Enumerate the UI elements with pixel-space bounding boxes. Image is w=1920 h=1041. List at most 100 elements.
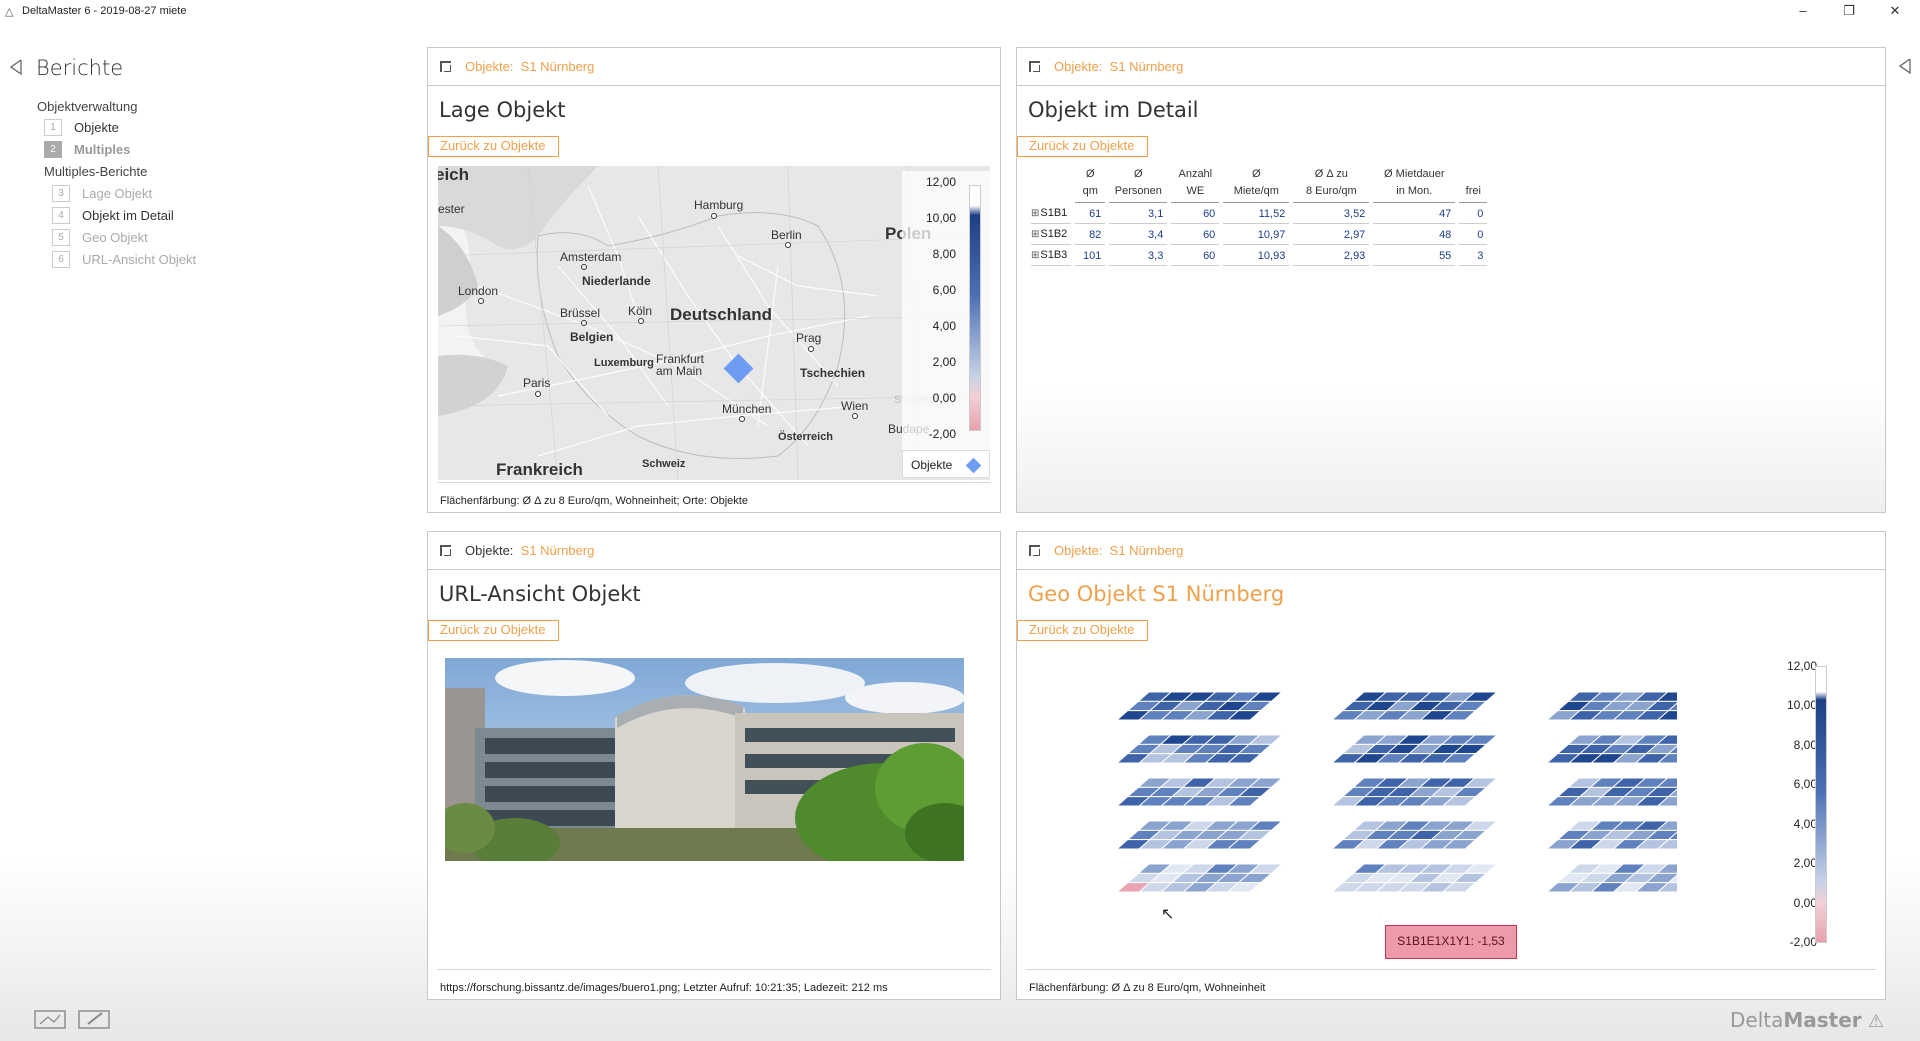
column-header[interactable]: frei (1459, 166, 1488, 203)
collapse-left-icon[interactable] (9, 59, 23, 75)
sidebar-item-label: Objekt im Detail (82, 207, 174, 223)
map-label-oesterreich: Österreich (778, 431, 834, 443)
back-to-objekte-button[interactable]: Zurück zu Objekte (428, 136, 559, 157)
back-to-objekte-button[interactable]: Zurück zu Objekte (1017, 136, 1148, 157)
panel-header-text: Objekte: S1 Nürnberg (465, 59, 595, 74)
item-number: 5 (52, 228, 70, 246)
scale-tick: 4,00 (1793, 817, 1817, 831)
city-dot (785, 242, 791, 248)
panel-geo-objekt: Objekte: S1 Nürnberg Geo Objekt S1 Nürnb… (1016, 531, 1886, 1000)
sidebar-item-objekte[interactable]: 1 Objekte (44, 118, 119, 136)
floor-plan[interactable] (1545, 820, 1677, 850)
color-gradient-bar (1815, 666, 1827, 943)
table-row[interactable]: S1B1 61 3,1 60 11,52 3,52 47 0 (1031, 203, 1488, 224)
sidebar-item-lage-objekt[interactable]: 3 Lage Objekt (52, 184, 152, 202)
collapse-right-icon[interactable] (1898, 58, 1912, 74)
scale-tick: 12,00 (1786, 659, 1817, 673)
color-scale-legend: 12,00 10,00 8,00 6,00 4,00 2,00 0,00 -2,… (902, 171, 990, 458)
map-label-reich: eich (438, 166, 470, 184)
map-label-ester: ester (438, 202, 465, 216)
sidebar-item-multiples[interactable]: 2 Multiples (44, 140, 130, 158)
edit-icon[interactable] (78, 1009, 111, 1029)
city-dot (535, 391, 541, 397)
scale-tick: -2,00 (1789, 935, 1817, 949)
expand-panel-icon[interactable] (1029, 61, 1040, 72)
map-view[interactable]: eich ester Hamburg Berlin Polen Amsterda… (438, 166, 990, 480)
expand-panel-icon[interactable] (440, 545, 451, 556)
table-cell: 3,52 (1293, 203, 1370, 224)
legend-label: Objekte (911, 458, 953, 472)
floor-plan[interactable] (1330, 863, 1499, 893)
expand-panel-icon[interactable] (1029, 545, 1040, 556)
map-label-prag: Prag (796, 331, 822, 345)
mouse-cursor-icon: ↖ (1161, 906, 1175, 923)
table-cell: 2,97 (1293, 224, 1370, 245)
sidebar-item-geo-objekt[interactable]: 5 Geo Objekt (52, 228, 148, 246)
row-header[interactable]: S1B3 (1031, 245, 1072, 266)
close-button[interactable]: ✕ (1875, 2, 1915, 22)
city-dot (711, 213, 717, 219)
table-row[interactable]: S1B3 101 3,3 60 10,93 2,93 55 3 (1031, 245, 1488, 266)
column-header[interactable]: Ø Δ zu 8 Euro/qm (1293, 166, 1370, 203)
column-header[interactable]: Ø Miete/qm (1223, 166, 1290, 203)
row-header[interactable]: S1B2 (1031, 224, 1072, 245)
panel-title: Geo Objekt S1 Nürnberg (1028, 582, 1285, 606)
back-to-objekte-button[interactable]: Zurück zu Objekte (1017, 620, 1148, 641)
floor-plan[interactable] (1117, 734, 1284, 764)
restore-button[interactable]: ❐ (1829, 2, 1869, 22)
table-cell: 82 (1075, 224, 1106, 245)
floor-plan-multiples[interactable] (1117, 692, 1677, 962)
table-cell: 3 (1459, 245, 1488, 266)
floor-plan[interactable] (1330, 820, 1499, 850)
scale-tick: -2,00 (928, 427, 956, 441)
panel-url-ansicht-objekt: Objekte: S1 Nürnberg URL-Ansicht Objekt … (427, 531, 1001, 1000)
presentation-icon[interactable] (34, 1009, 66, 1029)
table-cell: 61 (1075, 203, 1106, 224)
table-corner (1031, 166, 1071, 203)
map-label-deutschland: Deutschland (670, 305, 773, 324)
sidebar-item-label: Geo Objekt (82, 229, 148, 245)
map-label-koeln: Köln (628, 304, 653, 318)
table-cell: 60 (1171, 203, 1220, 224)
floor-plan[interactable] (1330, 734, 1499, 764)
item-number: 3 (52, 184, 70, 202)
table-cell: 55 (1373, 245, 1456, 266)
back-to-objekte-button[interactable]: Zurück zu Objekte (428, 620, 559, 641)
column-header[interactable]: Ø Mietdauer in Mon. (1373, 166, 1456, 203)
panel-footer: Flächenfärbung: Ø Δ zu 8 Euro/qm, Wohnei… (437, 482, 991, 512)
panel-footer: Flächenfärbung: Ø Δ zu 8 Euro/qm, Wohnei… (1026, 969, 1876, 999)
column-header[interactable]: Ø qm (1075, 166, 1106, 203)
scale-tick: 6,00 (932, 283, 956, 297)
floor-plan[interactable] (1545, 863, 1677, 893)
scale-tick: 2,00 (1793, 856, 1817, 870)
floor-plan[interactable] (1330, 692, 1498, 721)
color-gradient-bar (969, 185, 981, 431)
map-label-niederlande: Niederlande (582, 274, 651, 288)
scale-tick: 6,00 (1793, 777, 1817, 791)
expand-panel-icon[interactable] (440, 61, 451, 72)
column-header[interactable]: Anzahl WE (1171, 166, 1220, 203)
table-cell: 0 (1459, 224, 1488, 245)
floor-plan[interactable] (1117, 777, 1284, 807)
panel-title: Objekt im Detail (1028, 98, 1199, 122)
floor-plan[interactable] (1330, 777, 1499, 807)
floor-plan[interactable] (1545, 692, 1677, 721)
row-header[interactable]: S1B1 (1031, 203, 1072, 224)
table-row[interactable]: S1B2 82 3,4 60 10,97 2,97 48 0 (1031, 224, 1488, 245)
table-cell: 48 (1373, 224, 1456, 245)
panel-header-text: Objekte: S1 Nürnberg (1054, 543, 1184, 558)
map-label-schweiz: Schweiz (642, 458, 686, 470)
city-dot (739, 416, 745, 422)
sidebar-item-url-ansicht-objekt[interactable]: 6 URL-Ansicht Objekt (52, 250, 196, 268)
panel-lage-objekt: Objekte: S1 Nürnberg Lage Objekt Zurück … (427, 47, 1001, 513)
floor-plan[interactable] (1117, 692, 1283, 721)
floor-plan[interactable] (1545, 734, 1677, 764)
sidebar-item-objekt-im-detail[interactable]: 4 Objekt im Detail (52, 206, 174, 224)
panel-header: Objekte: S1 Nürnberg (1017, 48, 1885, 86)
minimize-button[interactable]: – (1783, 2, 1823, 22)
column-header[interactable]: Ø Personen (1109, 166, 1168, 203)
map-label-hamburg: Hamburg (694, 198, 744, 212)
floor-plan[interactable] (1117, 863, 1284, 893)
floor-plan[interactable] (1545, 777, 1677, 807)
floor-plan[interactable] (1117, 820, 1284, 850)
